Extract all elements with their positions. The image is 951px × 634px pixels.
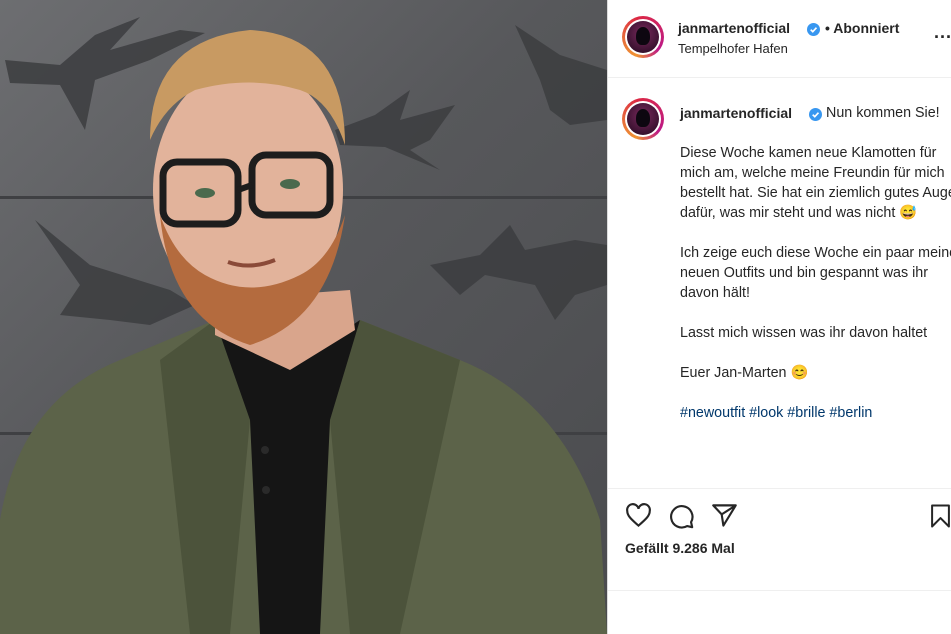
paper-plane-icon[interactable] <box>711 503 738 528</box>
heart-icon[interactable] <box>625 503 652 528</box>
hashtags[interactable]: #newoutfit #look #brille #berlin <box>680 403 951 423</box>
post-header: janmartenofficial • Abonniert Tempelhofe… <box>608 0 951 78</box>
avatar[interactable] <box>622 16 664 58</box>
caption-username[interactable]: janmartenofficial <box>680 105 792 121</box>
username-link[interactable]: janmartenofficial <box>678 20 790 36</box>
caption-paragraph: Ich zeige euch diese Woche ein paar mein… <box>680 245 951 301</box>
comment-icon[interactable] <box>668 503 695 530</box>
likes-count[interactable]: Gefällt 9.286 Mal <box>625 540 735 556</box>
verified-badge-icon <box>809 108 822 121</box>
avatar[interactable] <box>622 98 664 140</box>
caption-paragraph: Euer Jan-Marten 😊 <box>680 365 809 381</box>
post-caption: Diese Woche kamen neue Klamotten für mic… <box>680 143 951 443</box>
more-options-icon[interactable]: ... <box>934 22 951 43</box>
comment-divider <box>608 590 951 591</box>
post-side-panel: janmartenofficial • Abonniert Tempelhofe… <box>608 0 951 634</box>
follow-status[interactable]: • Abonniert <box>825 20 899 36</box>
location-link[interactable]: Tempelhofer Hafen <box>678 41 788 56</box>
caption-lead: Nun kommen Sie! <box>826 105 940 121</box>
bookmark-icon[interactable] <box>930 503 951 529</box>
caption-paragraph: Diese Woche kamen neue Klamotten für mic… <box>680 145 951 221</box>
caption-paragraph: Lasst mich wissen was ihr davon haltet <box>680 325 928 341</box>
verified-badge-icon <box>807 23 820 36</box>
post-photo[interactable] <box>0 0 607 634</box>
person-figure <box>0 30 607 634</box>
actions-divider <box>608 488 951 489</box>
